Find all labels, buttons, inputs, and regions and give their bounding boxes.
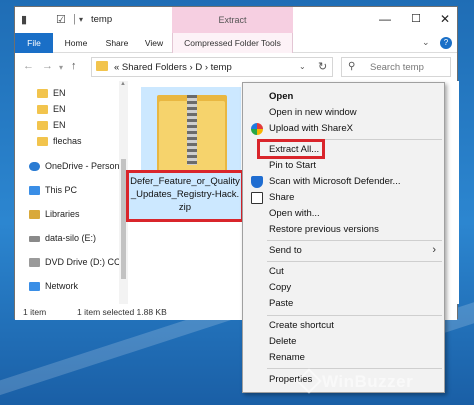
scroll-up-icon[interactable]: ▲ [120, 81, 126, 87]
menu-separator [267, 261, 442, 262]
folder-icon [37, 105, 48, 114]
search-icon: ⚲ [348, 61, 356, 72]
window-title: temp [91, 14, 113, 25]
address-dropdown-icon[interactable]: ⌄ [299, 62, 306, 71]
item-count: 1 item [23, 307, 47, 317]
expand-ribbon-icon[interactable]: ⌄ [422, 37, 430, 48]
menu-separator [267, 368, 442, 369]
sharex-icon [251, 123, 263, 135]
menu-item-rename[interactable]: Rename [243, 350, 444, 366]
menu-item-scan-defender[interactable]: Scan with Microsoft Defender... [243, 174, 444, 190]
tab-share[interactable]: Share [99, 33, 135, 53]
drive-icon [29, 236, 40, 242]
network-icon [29, 282, 40, 291]
folder-icon [96, 61, 108, 71]
share-icon [251, 192, 263, 204]
tab-home[interactable]: Home [59, 33, 93, 53]
menu-item-create-shortcut[interactable]: Create shortcut [243, 318, 444, 334]
menu-item-share[interactable]: Share [243, 190, 444, 206]
defender-shield-icon [251, 176, 263, 188]
menu-item-copy[interactable]: Copy [243, 280, 444, 296]
menu-separator [267, 315, 442, 316]
context-menu: Open Open in new window Upload with Shar… [242, 82, 445, 393]
close-button[interactable]: ✕ [431, 12, 459, 26]
extract-all-highlight [257, 139, 325, 159]
ribbon-tabs: File Home Share View Compressed Folder T… [15, 33, 457, 53]
menu-item-restore-versions[interactable]: Restore previous versions [243, 222, 444, 238]
watermark: WinBuzzer [322, 372, 414, 391]
menu-separator [267, 240, 442, 241]
address-path[interactable]: « Shared Folders › D › temp [114, 62, 232, 73]
library-icon [29, 210, 40, 219]
folder-icon [37, 89, 48, 98]
menu-item-open-with[interactable]: Open with... [243, 206, 444, 222]
tab-compressed-folder-tools[interactable]: Compressed Folder Tools [172, 33, 293, 53]
maximize-button[interactable]: ☐ [402, 12, 430, 25]
extract-context-tab[interactable]: Extract [172, 7, 293, 33]
search-box[interactable]: ⚲ Search temp [341, 57, 451, 77]
onedrive-icon [29, 162, 40, 171]
menu-item-send-to[interactable]: Send to › [243, 243, 444, 259]
folder-icon [37, 121, 48, 130]
folder-icon: ▮ [21, 14, 28, 26]
menu-item-pin-to-start[interactable]: Pin to Start [243, 158, 444, 174]
minimize-button[interactable]: — [371, 12, 399, 26]
search-placeholder: Search temp [370, 62, 424, 73]
navigation-bar: ← → ▾ ↑ « Shared Folders › D › temp ⌄ ↻ … [15, 53, 457, 81]
menu-item-paste[interactable]: Paste [243, 296, 444, 312]
separator: | [73, 13, 76, 25]
recent-locations-dropdown-icon[interactable]: ▾ [59, 63, 63, 72]
menu-item-open[interactable]: Open [243, 89, 444, 105]
chevron-right-icon: › [432, 244, 436, 256]
navigation-pane: EN EN EN flechas OneDrive - Person This … [15, 81, 119, 304]
address-bar[interactable]: « Shared Folders › D › temp ⌄ ↻ [91, 57, 333, 77]
help-icon[interactable]: ? [440, 37, 452, 49]
dvd-icon [29, 258, 40, 267]
quick-access-dropdown-icon[interactable]: ▾ [79, 15, 83, 24]
tab-view[interactable]: View [139, 33, 169, 53]
up-arrow-icon[interactable]: ↑ [71, 60, 77, 72]
selection-info: 1 item selected 1.88 KB [77, 307, 167, 317]
menu-item-upload-sharex[interactable]: Upload with ShareX [243, 121, 444, 137]
menu-item-open-new-window[interactable]: Open in new window [243, 105, 444, 121]
menu-item-cut[interactable]: Cut [243, 264, 444, 280]
refresh-icon[interactable]: ↻ [318, 60, 327, 73]
tab-file[interactable]: File [15, 33, 53, 53]
title-bar: ▮ ☑ | ▾ temp Extract — ☐ ✕ [15, 7, 457, 33]
pc-icon [29, 186, 40, 195]
file-name-label[interactable]: Defer_Feature_or_Quality _Updates_Regist… [126, 170, 244, 222]
back-arrow-icon[interactable]: ← [23, 60, 34, 72]
properties-icon[interactable]: ☑ [56, 13, 66, 26]
folder-icon [37, 137, 48, 146]
forward-arrow-icon[interactable]: → [42, 60, 53, 72]
menu-item-delete[interactable]: Delete [243, 334, 444, 350]
